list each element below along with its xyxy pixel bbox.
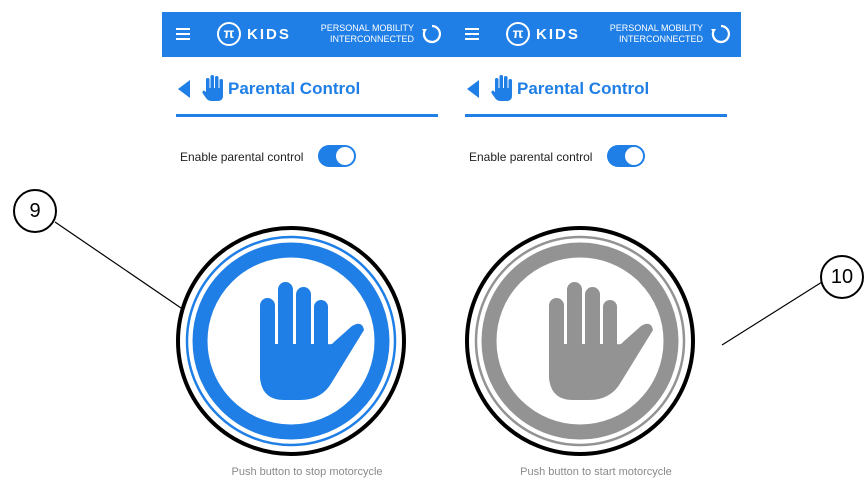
parental-control-toggle[interactable] — [318, 145, 356, 167]
refresh-icon[interactable] — [711, 24, 731, 44]
section-header: Parental Control — [176, 70, 438, 117]
hand-icon — [202, 75, 223, 101]
page-title: Parental Control — [517, 79, 650, 98]
page-title: Parental Control — [228, 79, 361, 98]
section-header: Parental Control — [465, 70, 727, 117]
brand-logo-icon: π — [506, 22, 530, 46]
tagline: PERSONAL MOBILITY INTERCONNECTED — [320, 23, 414, 44]
button-caption: Push button to stop motorcycle — [231, 466, 383, 478]
menu-icon[interactable] — [176, 28, 190, 40]
screen-stop: π KIDS PERSONAL MOBILITY INTERCONNECTED … — [162, 0, 452, 480]
brand-name: KIDS — [247, 26, 291, 43]
callout-label: 10 — [820, 255, 864, 299]
app-header: π KIDS PERSONAL MOBILITY INTERCONNECTED — [162, 12, 452, 57]
brand-name: KIDS — [536, 26, 580, 43]
brand-logo-icon: π — [217, 22, 241, 46]
parental-control-toggle[interactable] — [607, 145, 645, 167]
stop-motorcycle-button[interactable] — [182, 232, 400, 450]
tagline: PERSONAL MOBILITY INTERCONNECTED — [609, 23, 703, 44]
toggle-label: Enable parental control — [469, 150, 593, 164]
app-header: π KIDS PERSONAL MOBILITY INTERCONNECTED — [451, 12, 741, 57]
back-arrow-icon[interactable] — [467, 80, 479, 98]
menu-icon[interactable] — [465, 28, 479, 40]
start-motorcycle-button[interactable] — [471, 232, 689, 450]
button-caption: Push button to start motorcycle — [520, 466, 672, 478]
back-arrow-icon[interactable] — [178, 80, 190, 98]
callout-label: 9 — [13, 189, 57, 233]
screen-start: π KIDS PERSONAL MOBILITY INTERCONNECTED … — [451, 0, 741, 480]
refresh-icon[interactable] — [422, 24, 442, 44]
hand-icon — [491, 75, 512, 101]
toggle-label: Enable parental control — [180, 150, 304, 164]
